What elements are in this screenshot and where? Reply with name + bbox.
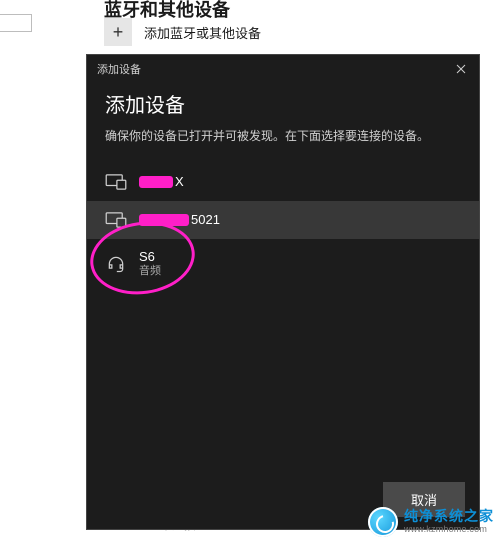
dialog-titlebar: 添加设备	[87, 55, 479, 83]
redaction-mark	[139, 214, 189, 226]
device-name: X	[139, 174, 184, 190]
close-icon[interactable]	[451, 59, 471, 79]
cancel-button[interactable]: 取消	[383, 482, 465, 517]
dialog-footer: 取消	[87, 472, 479, 529]
dialog-heading: 添加设备	[105, 89, 461, 118]
device-subtype: 音频	[139, 265, 161, 279]
headset-icon	[105, 255, 127, 273]
display-icon	[105, 173, 127, 191]
plus-icon: +	[104, 18, 132, 46]
device-list: X 5021 S	[87, 163, 479, 289]
device-name: 5021	[139, 212, 220, 228]
redaction-mark	[139, 176, 173, 188]
sidebar-edge-fragment	[0, 14, 32, 32]
add-device-label: 添加蓝牙或其他设备	[144, 23, 261, 42]
device-row[interactable]: X	[87, 163, 479, 201]
device-row[interactable]: 5021	[87, 201, 479, 239]
dialog-subtitle: 确保你的设备已打开并可被发现。在下面选择要连接的设备。	[105, 128, 461, 145]
device-name: S6	[139, 249, 161, 265]
display-icon	[105, 211, 127, 229]
device-row[interactable]: S6 音频	[87, 239, 479, 289]
add-device-button[interactable]: + 添加蓝牙或其他设备	[104, 18, 261, 46]
add-device-dialog: 添加设备 添加设备 确保你的设备已打开并可被发现。在下面选择要连接的设备。 X	[86, 54, 480, 530]
dialog-titlebar-text: 添加设备	[97, 61, 141, 77]
